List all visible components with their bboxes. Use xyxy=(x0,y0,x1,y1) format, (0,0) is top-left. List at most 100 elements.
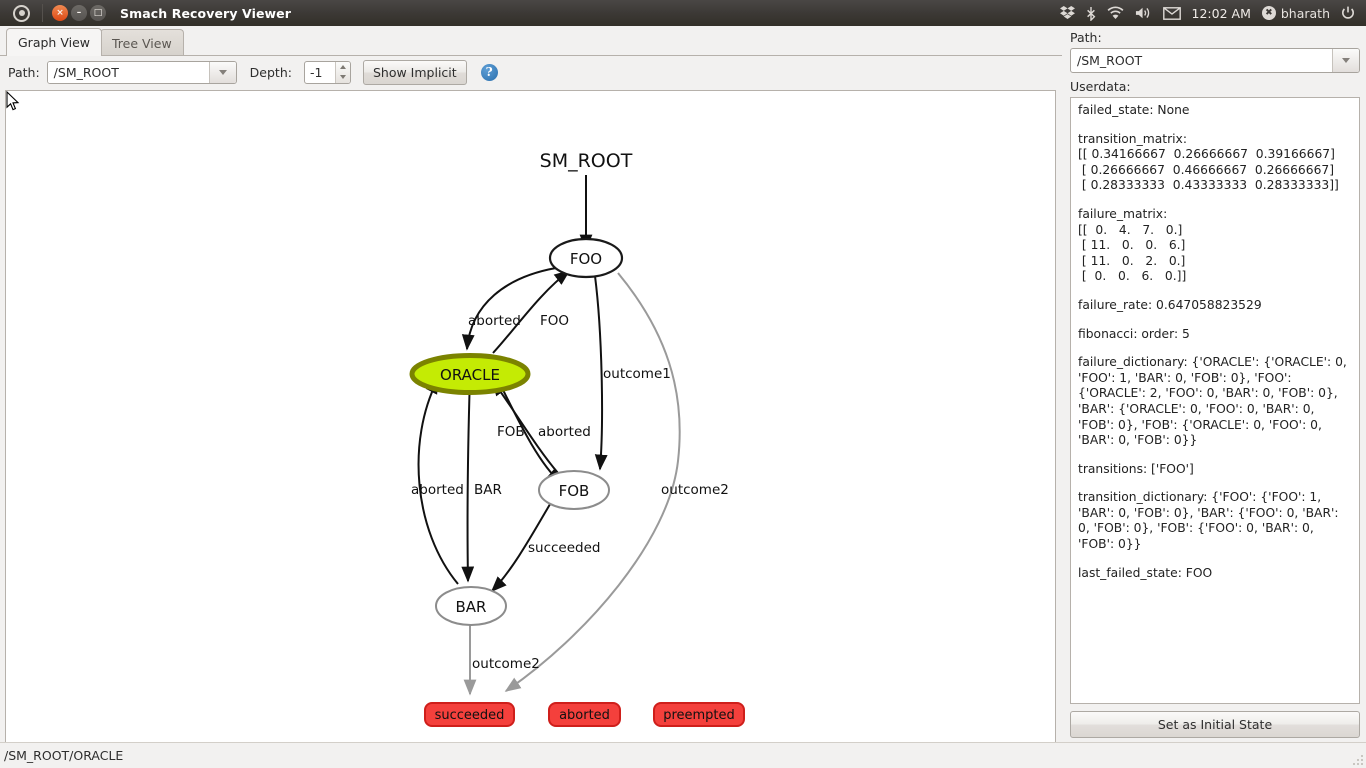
terminal-succeeded-label: succeeded xyxy=(435,708,505,723)
node-oracle[interactable]: ORACLE xyxy=(409,353,531,395)
edge-label-succeeded: succeeded xyxy=(528,540,601,556)
userdata-pane: Path: /SM_ROOT Userdata: failed_state: N… xyxy=(1062,26,1366,742)
status-bar-text: /SM_ROOT/ORACLE xyxy=(4,748,124,763)
edge-foo-oracle-aborted xyxy=(461,267,557,351)
clock[interactable]: 12:02 AM xyxy=(1192,6,1251,21)
power-icon[interactable] xyxy=(1341,6,1355,20)
node-fob[interactable]: FOB xyxy=(538,470,610,510)
minimize-button[interactable]: – xyxy=(71,5,87,21)
userdata-block: transitions: ['FOO'] xyxy=(1078,461,1194,476)
depth-increment-button[interactable] xyxy=(336,62,350,73)
edge-foo-fob-outcome1 xyxy=(594,275,608,471)
userdata-block: last_failed_state: FOO xyxy=(1078,565,1213,580)
minimize-icon: – xyxy=(76,7,82,18)
node-oracle-label: ORACLE xyxy=(440,366,500,384)
edge-label-bar: BAR xyxy=(474,482,502,498)
edge-label-outcome2-bar: outcome2 xyxy=(472,656,540,672)
tab-graph-view[interactable]: Graph View xyxy=(6,28,102,56)
maximize-icon: □ xyxy=(93,7,103,18)
wifi-icon[interactable] xyxy=(1107,6,1124,20)
userdata-block: failure_rate: 0.647058823529 xyxy=(1078,297,1262,312)
title-bar: × – □ Smach Recovery Viewer 12:02 AM ✖ b… xyxy=(0,0,1366,26)
tab-tree-view[interactable]: Tree View xyxy=(100,29,184,56)
terminal-succeeded[interactable]: succeeded xyxy=(424,702,515,727)
bluetooth-icon[interactable] xyxy=(1086,6,1096,21)
right-path-value[interactable]: /SM_ROOT xyxy=(1071,49,1332,72)
state-machine-graph: SM_ROOT FOO ORACLE FOB BAR succeeded abo… xyxy=(409,150,745,727)
userdata-block: fibonacci: order: 5 xyxy=(1078,326,1190,341)
node-foo[interactable]: FOO xyxy=(548,237,624,279)
terminal-preempted[interactable]: preempted xyxy=(653,702,745,727)
set-initial-state-button[interactable]: Set as Initial State xyxy=(1070,711,1360,738)
path-combo[interactable]: /SM_ROOT xyxy=(46,60,237,84)
right-path-combo[interactable]: /SM_ROOT xyxy=(1070,48,1360,73)
chevron-down-icon xyxy=(1342,58,1350,63)
edge-label-fob: FOB xyxy=(497,424,525,440)
terminal-aborted[interactable]: aborted xyxy=(548,702,621,727)
userdata-label: Userdata: xyxy=(1070,79,1131,94)
userdata-block: transition_dictionary: {'FOO': {'FOO': 1… xyxy=(1078,490,1343,552)
graph-toolbar: Path: /SM_ROOT Depth: -1 Show Implicit ? xyxy=(0,56,1062,88)
chevron-down-icon xyxy=(218,69,227,75)
resize-grip-icon[interactable] xyxy=(1351,753,1363,765)
caret-up-icon xyxy=(339,64,346,69)
node-bar[interactable]: BAR xyxy=(435,586,507,626)
help-icon[interactable]: ? xyxy=(480,63,498,81)
edge-label-outcome2-foo: outcome2 xyxy=(661,482,729,498)
graph-root-label: SM_ROOT xyxy=(540,150,633,172)
userdata-block: failure_matrix: [[ 0. 4. 7. 0.] [ 11. 0.… xyxy=(1078,206,1187,284)
path-combo-arrow[interactable] xyxy=(208,61,236,83)
right-path-combo-arrow[interactable] xyxy=(1332,49,1359,72)
tab-graph-view-label: Graph View xyxy=(18,35,90,50)
show-implicit-label: Show Implicit xyxy=(372,64,457,80)
edge-label-aborted-fob-oracle: aborted xyxy=(538,424,591,440)
userdata-textbox[interactable]: failed_state: None transition_matrix: [[… xyxy=(1070,97,1360,704)
application-window: × – □ Smach Recovery Viewer 12:02 AM ✖ b… xyxy=(0,0,1366,768)
close-icon: × xyxy=(56,7,64,18)
edge-label-aborted-foo-oracle: aborted xyxy=(468,313,521,329)
node-foo-label: FOO xyxy=(570,250,602,268)
node-fob-label: FOB xyxy=(559,482,590,500)
graph-pane: Graph View Tree View Path: /SM_ROOT Dept… xyxy=(0,26,1062,767)
terminal-preempted-label: preempted xyxy=(663,708,735,723)
userdata-block: failed_state: None xyxy=(1078,103,1190,117)
userdata-block: transition_matrix: [[ 0.34166667 0.26666… xyxy=(1078,131,1339,193)
node-bar-label: BAR xyxy=(456,598,487,616)
edge-label-aborted-bar-oracle: aborted xyxy=(411,482,464,498)
depth-decrement-button[interactable] xyxy=(336,72,350,83)
window-controls: × – □ xyxy=(52,5,106,21)
edge-oracle-foo xyxy=(492,270,571,354)
view-tabs: Graph View Tree View xyxy=(0,26,1062,56)
mail-icon[interactable] xyxy=(1162,6,1181,20)
user-menu[interactable]: ✖ bharath xyxy=(1261,5,1330,21)
user-avatar-icon: ✖ xyxy=(1261,6,1276,20)
tab-tree-view-label: Tree View xyxy=(112,35,172,51)
edge-label-outcome1: outcome1 xyxy=(603,366,671,382)
depth-stepper[interactable]: -1 xyxy=(303,60,351,84)
ubuntu-logo-icon[interactable] xyxy=(13,4,30,22)
system-tray: 12:02 AM ✖ bharath xyxy=(1059,5,1366,21)
graph-canvas[interactable]: SM_ROOT FOO ORACLE FOB BAR succeeded abo… xyxy=(5,90,1056,767)
terminal-aborted-label: aborted xyxy=(559,708,610,723)
window-title: Smach Recovery Viewer xyxy=(120,5,292,21)
volume-icon[interactable] xyxy=(1135,6,1152,20)
path-combo-value[interactable]: /SM_ROOT xyxy=(47,61,209,83)
path-label: Path: xyxy=(8,64,40,80)
caret-down-icon xyxy=(339,75,346,80)
show-implicit-button[interactable]: Show Implicit xyxy=(362,59,467,85)
edge-oracle-bar xyxy=(461,375,475,583)
depth-value[interactable]: -1 xyxy=(305,62,335,83)
maximize-button[interactable]: □ xyxy=(90,5,106,21)
userdata-block: failure_dictionary: {'ORACLE': {'ORACLE'… xyxy=(1078,355,1351,448)
set-initial-state-label: Set as Initial State xyxy=(1157,717,1273,732)
depth-label: Depth: xyxy=(249,64,292,80)
username-label: bharath xyxy=(1280,5,1330,21)
titlebar-divider xyxy=(42,4,43,22)
edge-label-foo-oracle-foo: FOO xyxy=(540,313,569,329)
status-bar: /SM_ROOT/ORACLE xyxy=(0,742,1366,768)
close-button[interactable]: × xyxy=(52,5,68,21)
dropbox-icon[interactable] xyxy=(1059,6,1075,20)
depth-stepper-buttons[interactable] xyxy=(334,61,350,83)
right-path-label: Path: xyxy=(1070,30,1102,45)
help-glyph: ? xyxy=(485,65,493,79)
